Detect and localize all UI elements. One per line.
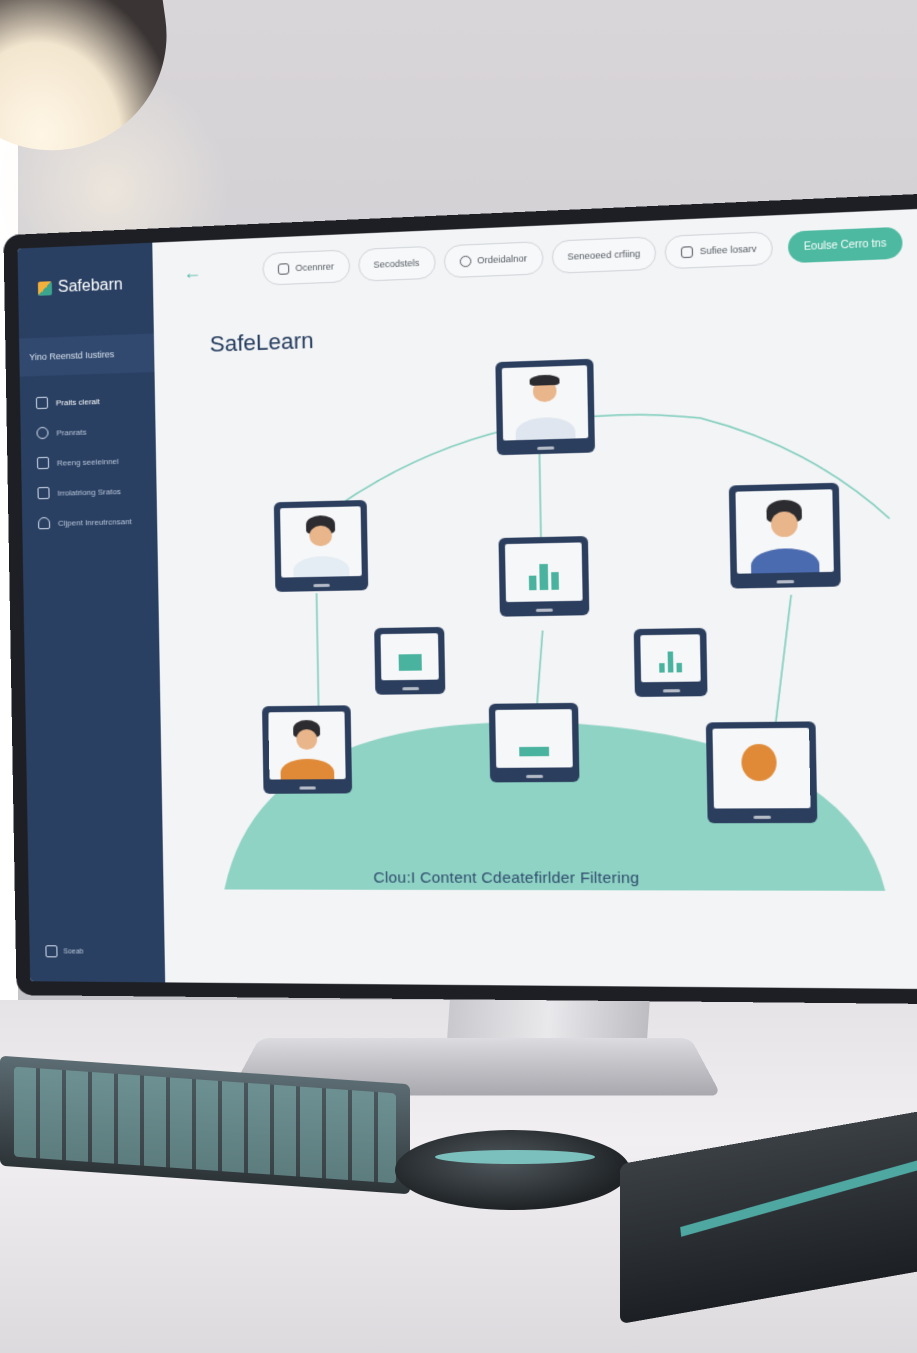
user-device-top[interactable]	[495, 358, 596, 456]
top-toolbar: ← Ocennrer Secodstels Ordeidalnor Seneoe…	[152, 206, 917, 305]
book-icon	[37, 486, 50, 500]
sidebar-nav: Praits clerait Pranrats Reeng seeleinnel…	[20, 384, 157, 539]
building-icon	[658, 649, 683, 673]
sidebar-item-0[interactable]: Praits clerait	[20, 384, 155, 419]
sidebar-item-1[interactable]: Pranrats	[20, 414, 155, 448]
mouse	[395, 1130, 630, 1210]
back-arrow-icon[interactable]: ←	[183, 261, 202, 283]
sidebar-subtitle: Yino Reenstd Iustires	[19, 333, 155, 377]
diagram-caption: Clou:I Content Cdeatefirlder Filtering	[373, 869, 640, 888]
toolbar-pill-2[interactable]: Ordeidalnor	[443, 241, 544, 279]
user-device-left[interactable]	[273, 499, 369, 592]
pill-label: Ordeidalnor	[477, 253, 528, 266]
sidebar-item-label: Pranrats	[56, 427, 87, 438]
user-icon	[38, 517, 51, 530]
sidebar-footer[interactable]: Soeab	[45, 945, 84, 958]
sidebar: Safebarn Yino Reenstd Iustires Praits cl…	[17, 242, 166, 983]
network-diagram	[154, 334, 917, 891]
sidebar-item-label: Cljpent Inreutrcnsant	[57, 516, 132, 528]
toolbar-pill-3[interactable]: Seneoeed crfiing	[551, 236, 657, 274]
toolbar-pill-0[interactable]: Ocennrer	[262, 249, 350, 286]
orange-circle-icon	[741, 744, 777, 782]
sidebar-item-label: Reeng seeleinnel	[56, 456, 119, 468]
lock-icon	[398, 647, 422, 671]
folder-icon	[35, 396, 49, 410]
sidebar-item-label: Irrolatriong Sratos	[57, 486, 122, 498]
analytics-device[interactable]	[498, 536, 590, 617]
pill-label: Sufiee losarv	[699, 243, 757, 257]
user-device-right[interactable]	[728, 482, 841, 589]
sidebar-item-2[interactable]: Reeng seeleinnel	[21, 445, 156, 479]
monitor: Safebarn Yino Reenstd Iustires Praits cl…	[3, 189, 917, 1005]
bar-chart-icon	[528, 560, 560, 591]
screen: Safebarn Yino Reenstd Iustires Praits cl…	[17, 205, 917, 990]
page-title: SafeLearn	[209, 327, 314, 357]
pin-icon	[36, 426, 49, 440]
sidebar-footer-label: Soeab	[63, 947, 84, 956]
cta-button[interactable]: Eoulse Cerro tns	[788, 226, 903, 264]
sidebar-item-3[interactable]: Irrolatriong Sratos	[21, 475, 156, 509]
toolbar-pill-1[interactable]: Secodstels	[357, 245, 436, 282]
logo-icon	[37, 281, 53, 296]
brand[interactable]: Safebarn	[18, 243, 154, 299]
filter-icon	[518, 727, 550, 757]
tower-device[interactable]	[633, 627, 708, 697]
filter-device[interactable]	[488, 702, 580, 783]
pill-label: Secodstels	[373, 257, 420, 270]
lock-device[interactable]	[374, 626, 446, 695]
search-icon	[459, 255, 471, 267]
pill-label: Seneoeed crfiing	[567, 248, 641, 262]
logout-icon	[45, 945, 58, 958]
brand-name: Safebarn	[57, 276, 123, 297]
box-icon	[681, 245, 694, 258]
sidebar-item-4[interactable]: Cljpent Inreutrcnsant	[22, 505, 157, 538]
toolbar-pill-4[interactable]: Sufiee losarv	[664, 231, 774, 270]
home-icon	[36, 456, 50, 470]
pill-label: Ocennrer	[295, 261, 335, 274]
cloud-device[interactable]	[705, 721, 818, 824]
user-device-bottom-left[interactable]	[262, 705, 353, 794]
sidebar-item-label: Praits clerait	[55, 396, 100, 407]
bell-icon	[277, 262, 290, 275]
